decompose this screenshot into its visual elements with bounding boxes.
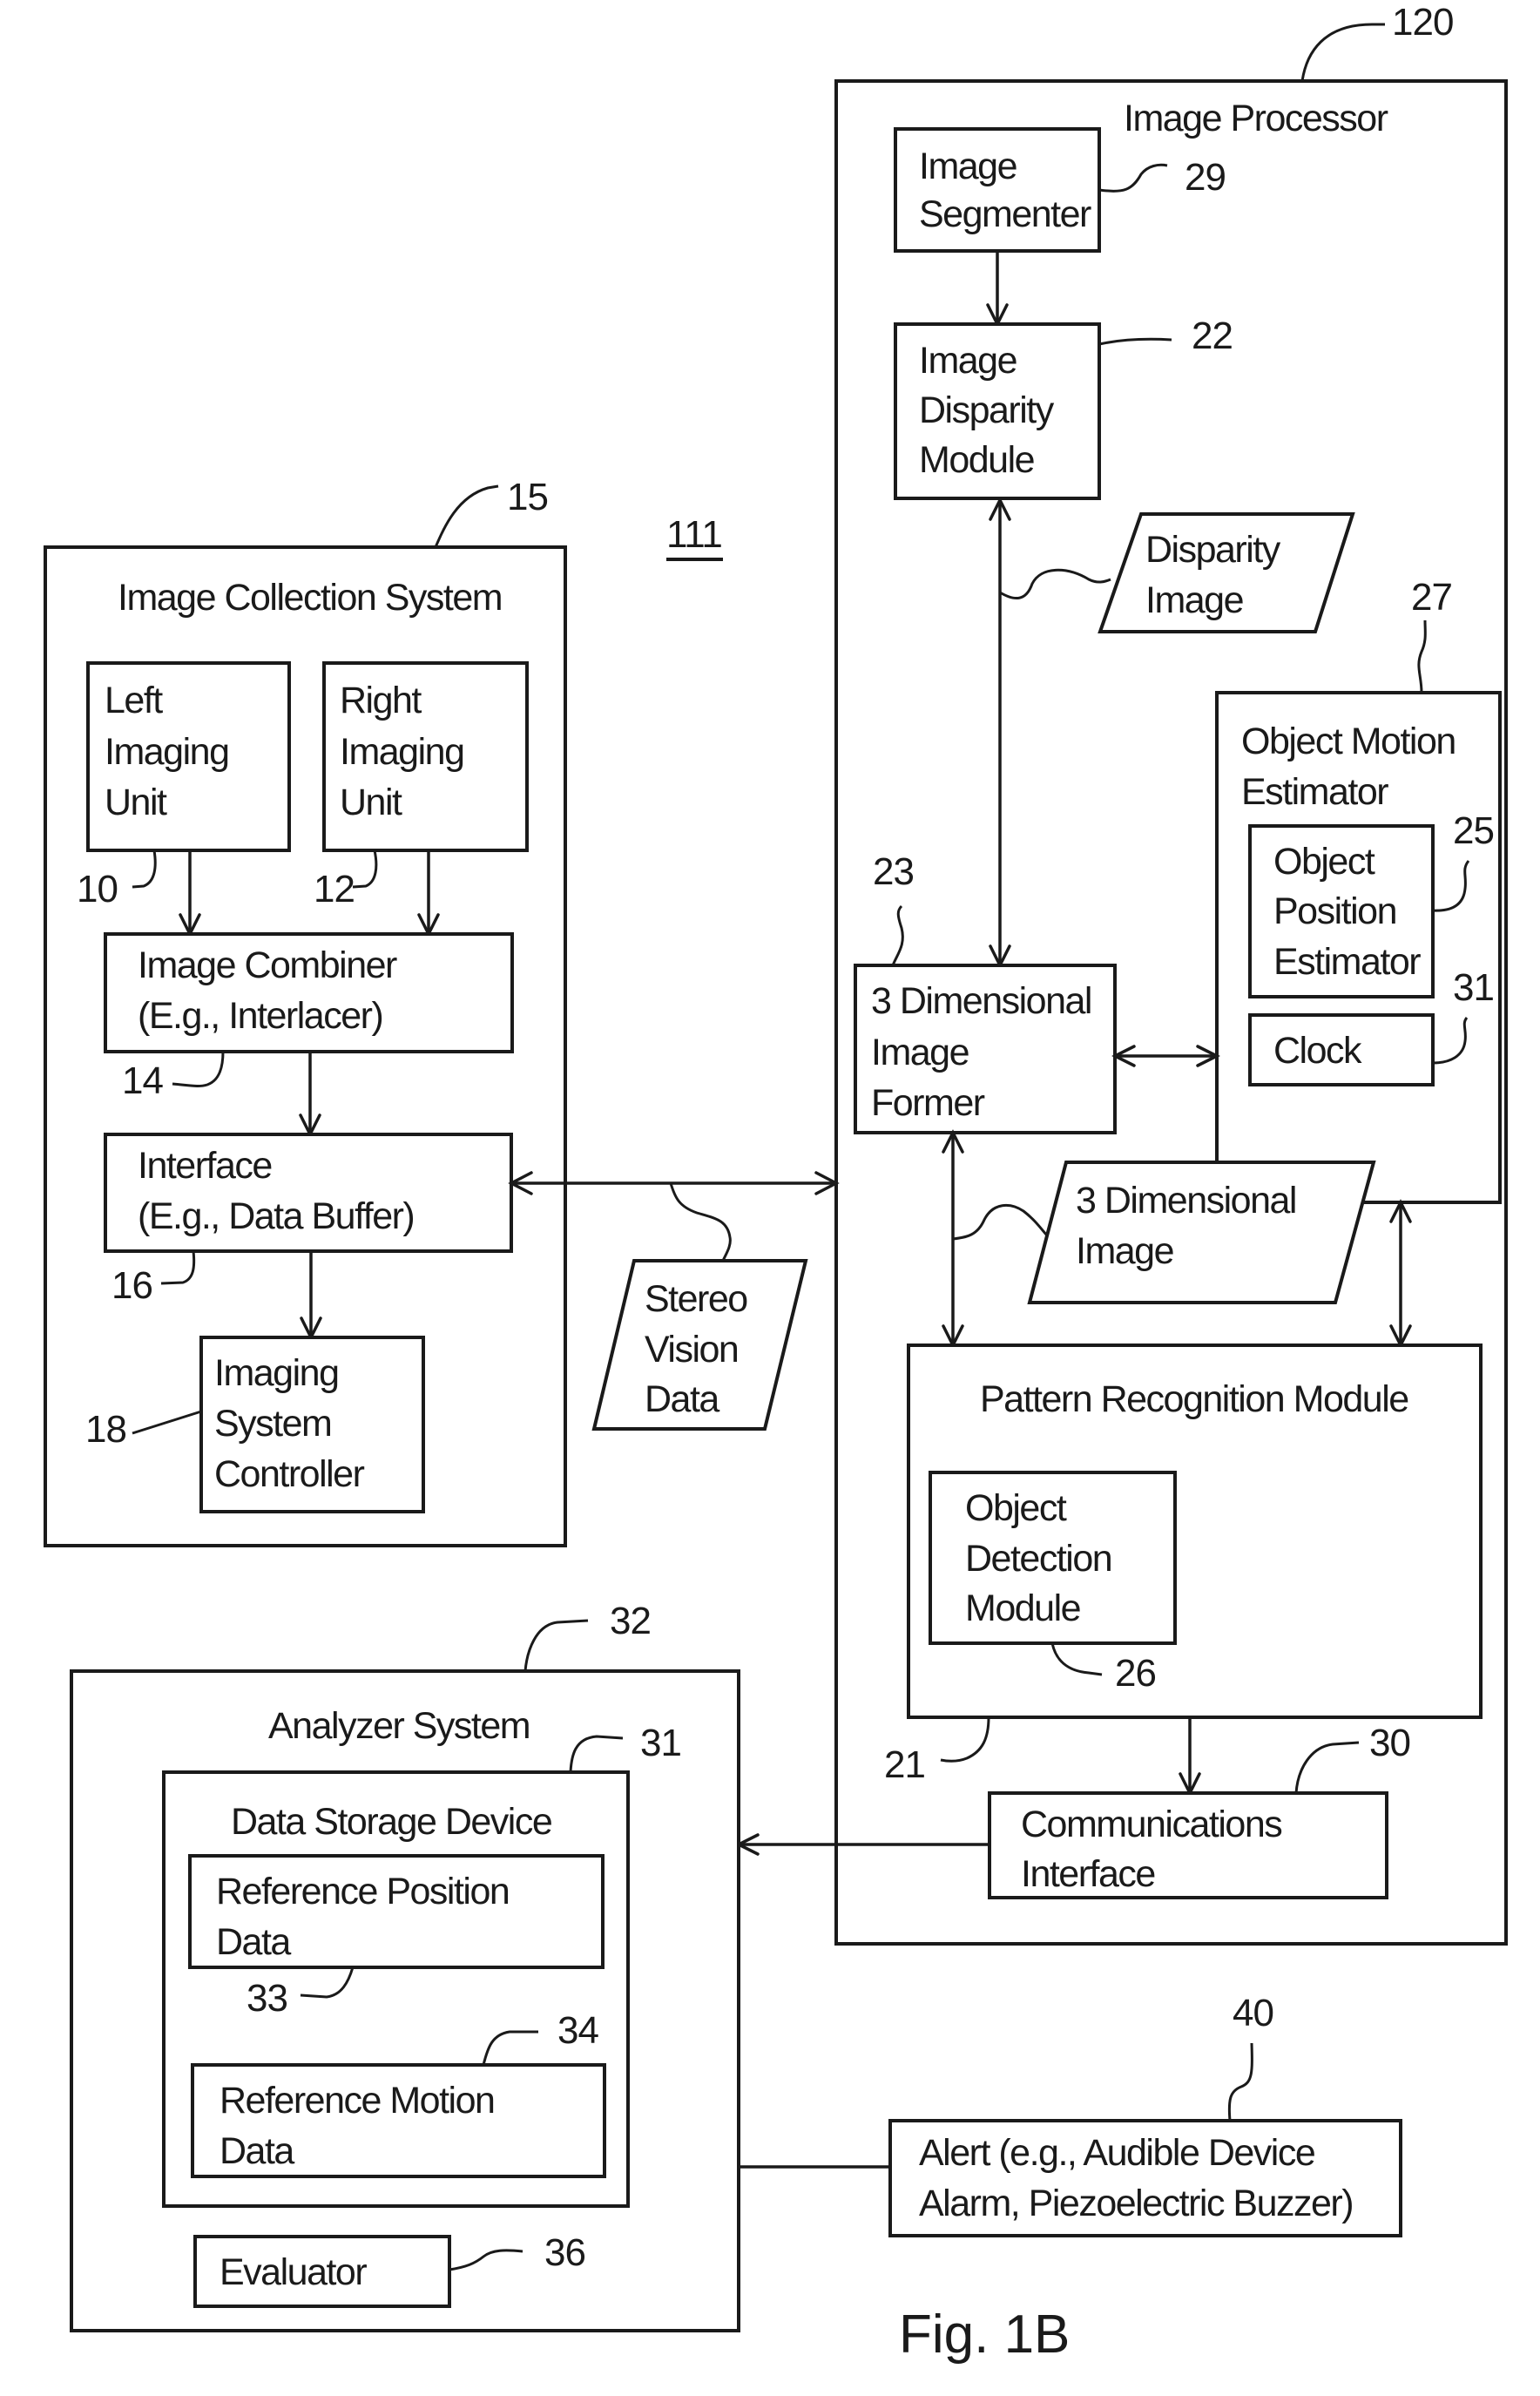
image-combiner-line1: Image Combiner [138,944,397,986]
system-ref-111: 111 [666,513,722,556]
ref-21: 21 [884,1743,925,1786]
ref-23: 23 [873,850,914,893]
stereo-vision-line1: Stereo [645,1278,747,1320]
image-disparity-line3: Module [919,439,1034,481]
disparity-image-data: Disparity Image [1098,512,1355,633]
left-imaging-line1: Left [105,680,163,721]
interface-line2: (E.g., Data Buffer) [138,1195,414,1237]
image-collection-title: Image Collection System [118,577,502,619]
ref-120: 120 [1392,1,1453,44]
controller-line2: System [214,1403,331,1445]
right-imaging-line3: Unit [340,782,402,823]
three-d-image-line2: Image [1076,1230,1173,1272]
object-detection-line1: Object [965,1487,1067,1529]
right-imaging-line1: Right [340,680,422,721]
image-segmenter-line1: Image [919,146,1017,187]
ref-33: 33 [247,1977,287,2020]
clock-label: Clock [1273,1030,1362,1072]
interface-line1: Interface [138,1145,272,1187]
three-d-former-line2: Image [871,1032,969,1073]
ref-16: 16 [111,1264,152,1307]
stereo-vision-data: Stereo Vision Data [591,1259,808,1431]
alert-device[interactable]: Alert (e.g., Audible Device Alarm, Piezo… [888,1992,1402,2237]
analyzer-system-title: Analyzer System [268,1705,530,1747]
evaluator-label: Evaluator [220,2251,367,2293]
image-processor-title: Image Processor [1124,98,1388,139]
three-d-image-line1: 3 Dimensional [1076,1180,1296,1222]
reference-position-line2: Data [216,1921,291,1963]
data-storage-title: Data Storage Device [231,1801,551,1843]
ref-18: 18 [85,1408,126,1451]
ref-26: 26 [1115,1652,1156,1695]
three-d-former-line1: 3 Dimensional [871,980,1091,1022]
ref-leader-120 [1300,23,1385,82]
object-position-line3: Estimator [1273,941,1421,983]
block-diagram: Image Processor 120 Image Segmenter 29 I… [44,1,1508,2365]
ref-12: 12 [314,868,355,910]
communications-line2: Interface [1021,1853,1155,1895]
ref-leader-15 [434,484,499,548]
pattern-recognition-title: Pattern Recognition Module [980,1378,1408,1420]
ref-36: 36 [544,2231,585,2274]
reference-motion-line2: Data [220,2130,294,2172]
object-position-line1: Object [1273,841,1375,883]
object-motion-line1: Object Motion [1241,721,1456,762]
object-detection-line2: Detection [965,1538,1111,1580]
disparity-image-line1: Disparity [1145,529,1281,571]
object-detection-line3: Module [965,1587,1080,1629]
left-imaging-line2: Imaging [105,731,228,773]
three-d-image-data: 3 Dimensional Image [1027,1161,1376,1304]
object-position-line2: Position [1273,890,1396,932]
stereo-vision-line3: Data [645,1378,719,1420]
figure-caption: Fig. 1B [899,2305,1070,2365]
ref-32: 32 [610,1600,651,1642]
right-imaging-line2: Imaging [340,731,463,773]
communications-line1: Communications [1021,1804,1281,1845]
ref-leader-40 [1227,2042,1253,2122]
ref-25: 25 [1453,809,1494,852]
disparity-image-line2: Image [1145,579,1243,621]
left-imaging-line3: Unit [105,782,167,823]
alert-line2: Alarm, Piezoelectric Buzzer) [919,2183,1353,2224]
image-segmenter-line2: Segmenter [919,193,1091,235]
three-d-former-line3: Former [871,1082,985,1124]
reference-motion-line1: Reference Motion [220,2080,494,2122]
ref-leader-32 [523,1619,589,1672]
ref-34: 34 [557,2009,598,2052]
reference-position-line1: Reference Position [216,1871,509,1912]
ref-31-clock: 31 [1453,966,1494,1009]
ref-40: 40 [1233,1992,1273,2034]
object-motion-line2: Estimator [1241,771,1388,813]
ref-27: 27 [1411,576,1452,619]
image-disparity-line2: Disparity [919,389,1055,431]
image-combiner-line2: (E.g., Interlacer) [138,995,382,1037]
controller-line3: Controller [214,1453,365,1495]
ref-30: 30 [1369,1722,1410,1764]
ref-29: 29 [1185,156,1226,199]
image-disparity-line1: Image [919,340,1017,382]
stereo-vision-line2: Vision [645,1329,738,1371]
ref-14: 14 [122,1059,163,1102]
ref-22: 22 [1192,315,1233,357]
alert-line1: Alert (e.g., Audible Device [919,2132,1314,2174]
ref-15: 15 [507,476,548,518]
stereo-vision-leader [669,1182,732,1262]
controller-line1: Imaging [214,1352,338,1394]
ref-31-storage: 31 [640,1722,681,1764]
ref-10: 10 [77,868,118,910]
